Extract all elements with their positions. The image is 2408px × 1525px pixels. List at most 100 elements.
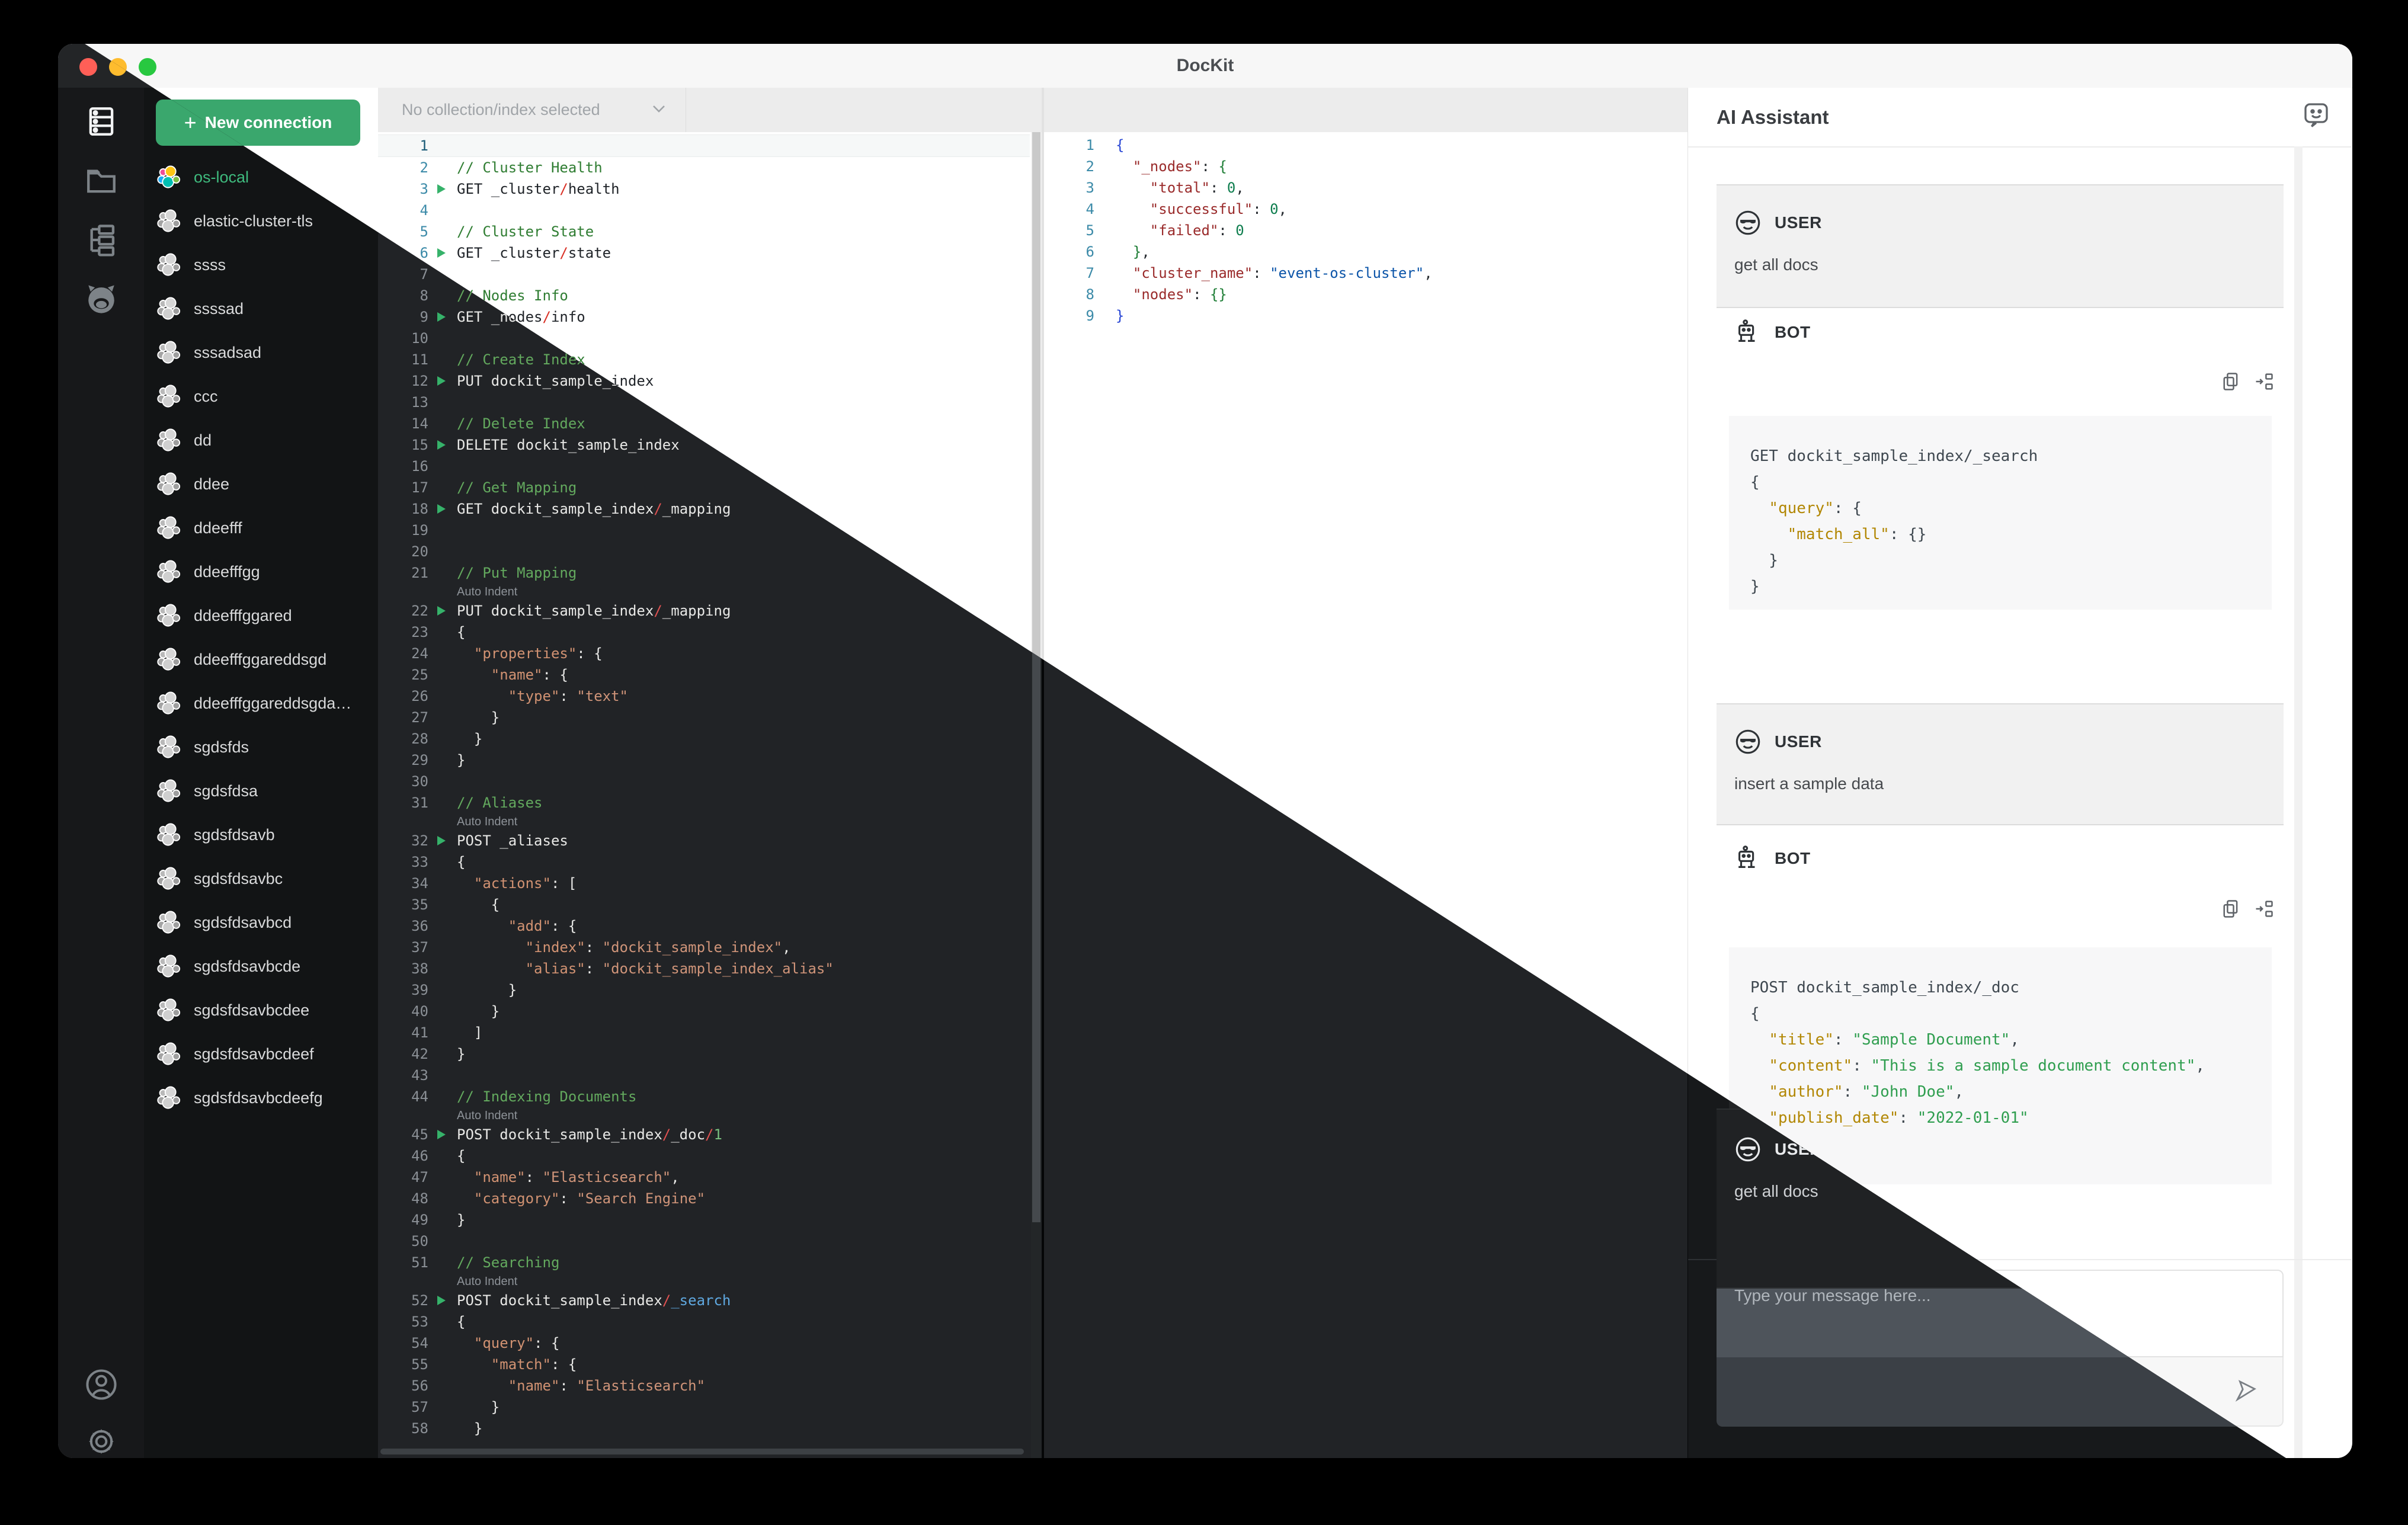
run-query-button[interactable] [428,1290,457,1311]
editor-line: 51 // Searching [378,1252,1030,1273]
editor-line: 54 "query": { [378,1332,1030,1354]
run-gutter [428,157,457,178]
copy-icon[interactable] [2220,898,2242,920]
line-number: 7 [420,266,428,283]
codelens-auto-indent[interactable]: Auto Indent [378,1107,1030,1124]
editor-line: 39 } [378,979,1030,1001]
editor-code: DELETE dockit_sample_index [457,437,680,453]
connection-name: sgdsfdsavbcdeef [194,1045,314,1063]
run-query-button[interactable] [428,830,457,851]
chat-message-bot-1: BOT [1717,319,2284,354]
line-number: 43 [411,1067,428,1084]
connection-item[interactable]: sgdsfdsavbcdeefg [144,1076,378,1120]
editor-line: 41 ] [378,1022,1030,1043]
feedback-smiley-icon[interactable] [2302,101,2330,129]
connection-list: os-local elastic-cluster-tls ssss ssssad… [144,155,378,1458]
editor-line: 28 } [378,728,1030,749]
folder-icon[interactable] [84,164,119,198]
tree-icon[interactable] [84,223,119,257]
chat-message-user-2: USER insert a sample data [1717,703,2284,825]
codelens-auto-indent[interactable]: Auto Indent [378,1273,1030,1290]
editor-horizontal-scrollbar[interactable] [380,1449,1024,1454]
run-query-button[interactable] [428,1124,457,1145]
run-gutter [428,1043,457,1065]
run-gutter [428,728,457,749]
connection-item[interactable]: ddeefffgg [144,550,378,594]
run-query-button[interactable] [428,242,457,264]
editor-code: GET _cluster/state [457,245,611,261]
line-number: 49 [411,1212,428,1228]
connection-item[interactable]: ddee [144,462,378,506]
code-line: { [1750,473,1760,491]
connection-item[interactable]: sgdsfds [144,725,378,769]
editor-code: "category": "Search Engine" [473,1190,706,1207]
run-query-button[interactable] [428,370,457,392]
chat-message-text: get all docs [1734,1182,1818,1200]
connection-item[interactable]: sgdsfdsavbcdeef [144,1032,378,1076]
run-gutter [428,1375,457,1396]
gear-icon[interactable] [84,1424,119,1458]
insert-to-editor-icon[interactable] [2253,898,2275,920]
github-icon[interactable] [84,282,119,316]
connection-item[interactable]: sgdsfdsa [144,769,378,813]
bot-avatar-icon [1734,319,1762,346]
run-query-button[interactable] [428,498,457,520]
run-query-button[interactable] [428,178,457,200]
line-number: 18 [411,501,428,517]
elastic-cluster-icon [156,296,182,322]
run-query-button[interactable] [428,434,457,456]
connection-item[interactable]: sgdsfdsavbcd [144,901,378,944]
run-gutter [428,771,457,792]
bot-code-block-2[interactable]: POST dockit_sample_index/_doc { "title": … [1729,947,2272,1184]
connection-item[interactable]: ddeefffggareddsgda… [144,681,378,725]
chat-message-text: get all docs [1734,255,1818,274]
insert-to-editor-icon[interactable] [2253,371,2275,392]
bot-code-block-1[interactable]: GET dockit_sample_index/_search { "query"… [1729,416,2272,610]
code-line: "match_all": {} [1787,526,1927,543]
copy-icon[interactable] [2220,371,2242,392]
editor-line: 7 [378,264,1030,285]
run-gutter [428,135,457,156]
send-icon[interactable] [2233,1377,2259,1404]
line-number: 35 [411,896,428,913]
editor-line: 53 { [378,1311,1030,1332]
collection-select[interactable]: No collection/index selected [378,88,686,132]
connection-item[interactable]: dd [144,418,378,462]
result-line: 4 "successful": 0, [1044,198,1687,220]
connections-icon[interactable] [84,104,119,139]
connection-item[interactable]: ddeefffggareddsgd [144,637,378,681]
run-query-button[interactable] [428,306,457,328]
connection-item[interactable]: sgdsfdsavbcdee [144,988,378,1032]
run-gutter [428,1167,457,1188]
codelens-auto-indent[interactable]: Auto Indent [378,813,1030,830]
connection-item[interactable]: ssss [144,243,378,287]
connection-item[interactable]: ddeefff [144,506,378,550]
connection-item[interactable]: sgdsfdsavb [144,813,378,857]
result-code: "_nodes": { [1132,158,1227,175]
line-number: 30 [411,773,428,790]
run-gutter [428,707,457,728]
connection-item[interactable]: ssssad [144,287,378,331]
chat-scrollbar[interactable] [2294,146,2303,1458]
run-gutter [428,1001,457,1022]
line-number: 4 [420,202,428,219]
connection-item[interactable]: ccc [144,374,378,418]
run-gutter [428,792,457,813]
connection-item[interactable]: sssadsad [144,331,378,374]
connection-item[interactable]: sgdsfdsavbc [144,857,378,901]
connection-item[interactable]: sgdsfdsavbcde [144,944,378,988]
line-number: 25 [411,667,428,683]
dockit-window: DocKit New connection No collection/inde… [58,44,2352,1458]
user-icon[interactable] [84,1367,119,1402]
connection-name: elastic-cluster-tls [194,212,313,230]
result-code: "failed": 0 [1149,222,1244,239]
line-number: 55 [411,1356,428,1373]
line-number: 29 [411,752,428,768]
connection-item[interactable]: ddeefffggared [144,594,378,637]
run-query-button[interactable] [428,600,457,621]
result-code: { [1116,137,1125,153]
editor-code: "actions": [ [473,875,577,892]
editor-line: 26 "type": "text" [378,685,1030,707]
plus-icon: + [184,110,197,134]
connection-sidebar: + New connection os-local elastic-cluste… [144,88,379,1458]
